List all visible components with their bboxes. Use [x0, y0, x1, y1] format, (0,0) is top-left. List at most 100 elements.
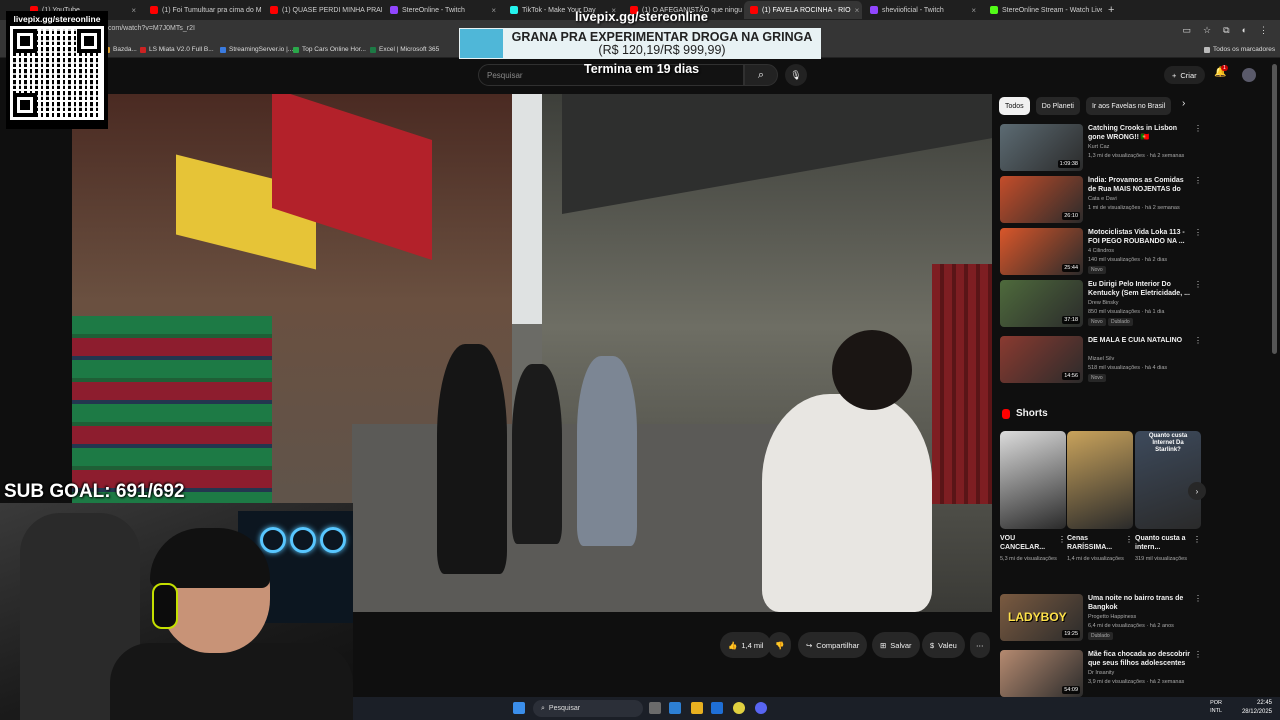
video-thumbnail[interactable]: 14:56 — [1000, 336, 1083, 383]
kebab-icon[interactable]: ⋮ — [1193, 535, 1201, 544]
bookmark-item[interactable]: Bazda... — [104, 46, 137, 53]
kebab-icon[interactable]: ⋮ — [1194, 176, 1202, 185]
video-thumbnail[interactable]: 1:09:38 — [1000, 124, 1083, 171]
video-title[interactable]: DE MALA E CUIA NATALINO — [1088, 336, 1190, 345]
video-duration: 1:09:38 — [1057, 160, 1080, 168]
browser-tab[interactable]: (1) Foi Tumultuar pra cima do M× — [144, 1, 262, 19]
browser-tab[interactable]: StereOnline Stream - Watch Live× — [984, 1, 1102, 19]
close-icon[interactable]: × — [491, 6, 496, 15]
more-actions-button[interactable]: ⋯ — [970, 632, 990, 658]
short-thumbnail[interactable] — [1000, 431, 1066, 529]
channel-name[interactable]: Kurt Caz — [1088, 144, 1109, 150]
scrollbar[interactable] — [1272, 64, 1277, 354]
video-title[interactable]: Uma noite no bairro trans de Bangkok — [1088, 594, 1190, 612]
kebab-icon[interactable]: ⋮ — [1194, 594, 1202, 603]
close-icon[interactable]: × — [855, 6, 860, 15]
filter-chip[interactable]: Todos — [999, 97, 1030, 115]
new-tab-icon[interactable]: + — [1108, 4, 1114, 16]
bookmark-item[interactable]: LS Miata V2.0 Full B... — [140, 46, 214, 53]
short-item[interactable]: VOU CANCELAR... 5,3 mi de visualizações ⋮ — [1000, 431, 1066, 581]
edge-icon[interactable] — [669, 702, 681, 714]
video-thumbnail[interactable]: 54:09 — [1000, 650, 1083, 697]
save-button[interactable]: ⊞ Salvar — [872, 632, 920, 658]
browser-tab[interactable]: StereOnline - Twitch × — [384, 1, 502, 19]
short-title[interactable]: Quanto custa a intern... — [1135, 534, 1191, 552]
short-thumbnail[interactable] — [1067, 431, 1133, 529]
taskbar-search[interactable]: ⌕ Pesquisar — [533, 700, 643, 717]
profile-icon[interactable]: ◐ — [1242, 25, 1247, 36]
video-thumbnail[interactable]: 37:18 — [1000, 280, 1083, 327]
recommendation-item[interactable]: 14:56 DE MALA E CUIA NATALINO Mizael Silv 5… — [1000, 336, 1202, 386]
menu-icon[interactable]: ⋮ — [1259, 25, 1268, 36]
like-button[interactable]: 👍 1,4 mil — [720, 632, 772, 658]
dislike-button[interactable]: 👎 — [768, 632, 792, 658]
recommendation-item[interactable]: 25:44 Motociclistas Vida Loka 113 - FOI P… — [1000, 228, 1202, 278]
search-button[interactable]: ⌕ — [744, 64, 778, 86]
video-thumbnail[interactable]: 25:44 — [1000, 228, 1083, 275]
folder-icon[interactable] — [691, 702, 703, 714]
bookmark-item[interactable]: Todos os marcadores — [1204, 46, 1275, 53]
browser-tab[interactable]: sheviioficial - Twitch × — [864, 1, 982, 19]
bookmark-item[interactable]: Top Cars Online Hor... — [293, 46, 366, 53]
kebab-icon[interactable]: ⋮ — [1194, 228, 1202, 237]
bookmark-item[interactable]: StreamingServer.io |... — [220, 46, 293, 53]
language-indicator[interactable]: POR INTL — [1210, 699, 1222, 715]
video-thumbnail[interactable]: LADYBOY 19:25 — [1000, 594, 1083, 641]
kebab-icon[interactable]: ⋮ — [1194, 280, 1202, 289]
star-icon[interactable]: ☆ — [1203, 25, 1211, 36]
short-title[interactable]: VOU CANCELAR... — [1000, 534, 1056, 552]
channel-name[interactable]: Mizael Silv — [1088, 356, 1114, 362]
kebab-icon[interactable]: ⋮ — [1194, 336, 1202, 345]
avatar[interactable] — [1242, 68, 1256, 82]
channel-name[interactable]: Cata e Davi — [1088, 196, 1117, 202]
share-button[interactable]: ↪ Compartilhar — [798, 632, 868, 658]
channel-name[interactable]: Dr Insanity — [1088, 670, 1114, 676]
tab-favicon-icon — [750, 6, 758, 14]
close-icon[interactable]: × — [971, 6, 976, 15]
browser-tab[interactable]: (1) QUASE PERDI MINHA PRAN× — [264, 1, 382, 19]
url-text[interactable]: com/watch?v=M7J0MTs_r2I — [108, 25, 195, 32]
discord-icon[interactable] — [755, 702, 767, 714]
short-thumbnail[interactable]: Quanto custa Internet Da Starlink? — [1135, 431, 1201, 529]
shorts-next-button[interactable]: › — [1188, 482, 1206, 500]
video-title[interactable]: Motociclistas Vida Loka 113 - FOI PEGO R… — [1088, 228, 1190, 246]
cast-icon[interactable]: ▭ — [1183, 25, 1192, 36]
video-thumbnail[interactable]: 26:10 — [1000, 176, 1083, 223]
windows-icon[interactable] — [513, 702, 525, 714]
donation-goal-banner: GRANA PRA EXPERIMENTAR DROGA NA GRINGA (… — [459, 28, 821, 59]
short-item[interactable]: Cenas RARÍSSIMA... 1,4 mi de visualizaçõe… — [1067, 431, 1133, 581]
thanks-button[interactable]: $ Valeu — [922, 632, 965, 658]
kebab-icon[interactable]: ⋮ — [1194, 124, 1202, 133]
recommendation-item[interactable]: 1:09:38 Catching Crooks in Lisbon gone WR… — [1000, 124, 1202, 174]
recommendation-item[interactable]: 37:18 Eu Dirigi Pelo Interior Do Kentucky… — [1000, 280, 1202, 330]
channel-name[interactable]: Drew Binsky — [1088, 300, 1119, 306]
clock[interactable]: 22:45 28/12/2025 — [1242, 699, 1272, 717]
store-icon[interactable] — [711, 702, 723, 714]
recommendation-item[interactable]: 26:10 Índia: Provamos as Comidas de Rua M… — [1000, 176, 1202, 226]
close-icon[interactable]: × — [131, 6, 136, 15]
video-title[interactable]: Eu Dirigi Pelo Interior Do Kentucky (Sem… — [1088, 280, 1190, 298]
video-title[interactable]: Catching Crooks in Lisbon gone WRONG!! 🇵… — [1088, 124, 1190, 142]
channel-name[interactable]: 4 Cilindros — [1088, 248, 1114, 254]
recommendation-item[interactable]: LADYBOY 19:25 Uma noite no bairro trans de… — [1000, 594, 1202, 644]
bookmark-item[interactable]: Excel | Microsoft 365 — [370, 46, 439, 53]
voice-search-button[interactable]: 🎙 — [785, 64, 807, 86]
task-view-icon[interactable] — [649, 702, 661, 714]
short-title[interactable]: Cenas RARÍSSIMA... — [1067, 534, 1123, 552]
filter-chip[interactable]: Do Planeti — [1035, 97, 1080, 115]
kebab-icon[interactable]: ⋮ — [1125, 535, 1133, 544]
browser-tab[interactable]: (1) FAVELA ROCINHA - RIO × — [744, 1, 862, 19]
channel-name[interactable]: Progetto Happiness — [1088, 614, 1136, 620]
video-title[interactable]: Mãe fica chocada ao descobrir que seus f… — [1088, 650, 1190, 669]
kebab-icon[interactable]: ⋮ — [1058, 535, 1066, 544]
webcam-fan — [320, 527, 346, 553]
recommendation-item[interactable]: 54:09 Mãe fica chocada ao descobrir que s… — [1000, 650, 1202, 700]
extensions-icon[interactable]: ⧉ — [1223, 25, 1229, 36]
chevron-right-icon[interactable]: › — [1182, 98, 1185, 109]
short-item[interactable]: Quanto custa Internet Da Starlink? Quanto… — [1135, 431, 1201, 581]
kebab-icon[interactable]: ⋮ — [1194, 650, 1202, 659]
chrome-icon[interactable] — [733, 702, 745, 714]
create-button[interactable]: + Criar — [1164, 66, 1205, 84]
filter-chip[interactable]: Ir aos Favelas no Brasil — [1085, 97, 1172, 115]
video-title[interactable]: Índia: Provamos as Comidas de Rua MAIS N… — [1088, 176, 1190, 195]
